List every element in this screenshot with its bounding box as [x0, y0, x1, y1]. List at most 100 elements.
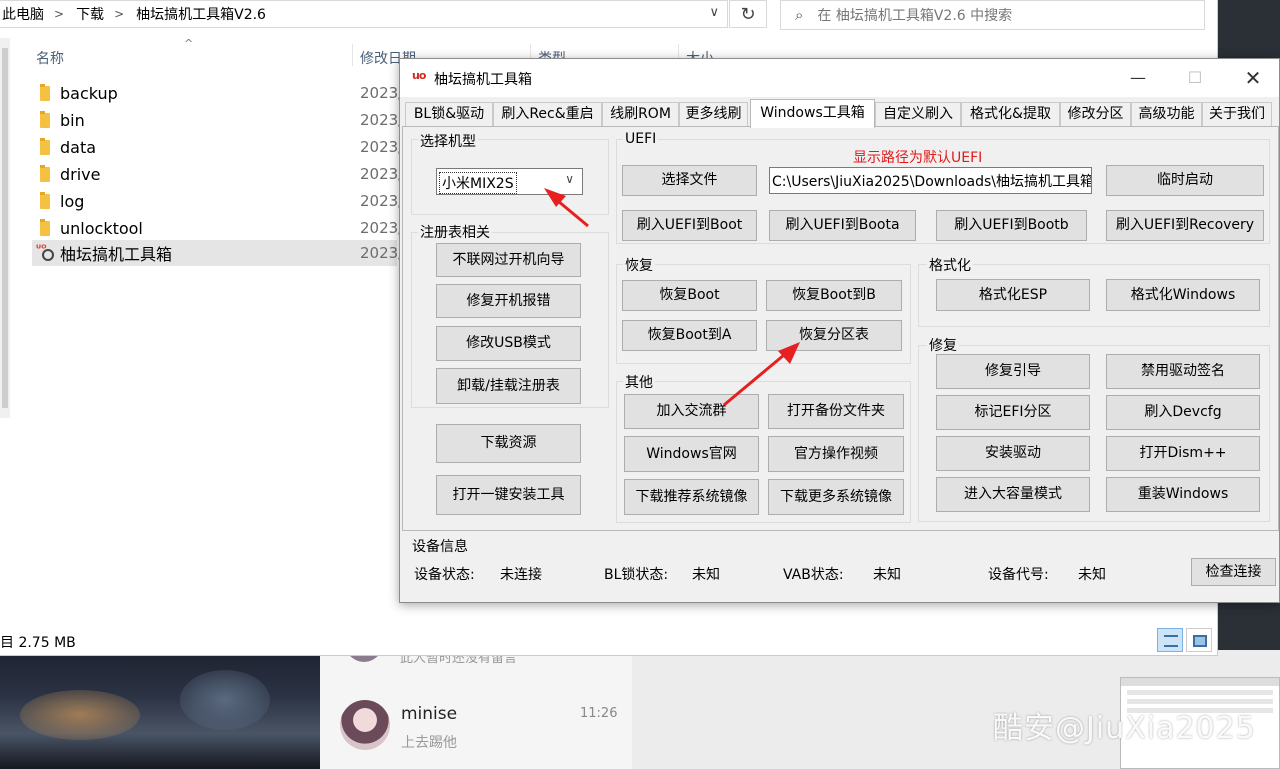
tab-advanced[interactable]: 高级功能 — [1131, 102, 1202, 127]
file-row-unlocktool[interactable]: unlocktool 2023/ — [32, 215, 403, 241]
chat-last-message: 上去踢他 — [401, 735, 457, 751]
chevron-down-icon[interactable]: ∨ — [709, 5, 719, 20]
download-resources-button[interactable]: 下载资源 — [436, 424, 581, 463]
file-name: unlocktool — [60, 218, 143, 238]
chevron-down-icon[interactable]: ∨ — [565, 172, 574, 186]
join-group-button[interactable]: 加入交流群 — [624, 394, 759, 429]
maximize-button[interactable]: ☐ — [1175, 65, 1215, 91]
disable-driver-signature-button[interactable]: 禁用驱动签名 — [1106, 354, 1260, 389]
open-dism-button[interactable]: 打开Dism++ — [1106, 436, 1260, 471]
choose-file-button[interactable]: 选择文件 — [622, 165, 757, 196]
group-title-format: 格式化 — [927, 255, 973, 275]
tab-bl-lock-driver[interactable]: BL锁&驱动 — [405, 102, 493, 127]
address-bar[interactable]: 此电脑 > 下载 > 柚坛搞机工具箱V2.6 ∨ — [0, 0, 728, 28]
close-button[interactable]: ✕ — [1233, 65, 1273, 91]
large-icons-view-button[interactable] — [1186, 628, 1212, 652]
scrollbar[interactable] — [0, 38, 10, 418]
device-codename-label: 设备代号: — [988, 567, 1049, 583]
tab-windows-toolbox[interactable]: Windows工具箱 — [750, 99, 875, 128]
folder-icon — [40, 218, 50, 236]
details-view-button[interactable] — [1157, 628, 1183, 652]
repair-bootloader-button[interactable]: 修复引导 — [936, 354, 1090, 389]
breadcrumb-this-pc[interactable]: 此电脑 — [2, 4, 44, 24]
official-video-button[interactable]: 官方操作视频 — [768, 436, 904, 472]
scrollbar-thumb[interactable] — [2, 48, 8, 408]
file-name: data — [60, 137, 97, 157]
tab-flash-rom[interactable]: 线刷ROM — [602, 102, 679, 127]
tab-about-us[interactable]: 关于我们 — [1202, 102, 1272, 127]
group-title-uefi: UEFI — [623, 131, 659, 147]
group-title-restore: 恢复 — [623, 255, 655, 275]
flash-devcfg-button[interactable]: 刷入Devcfg — [1106, 395, 1260, 430]
restore-boot-b-button[interactable]: 恢复Boot到B — [766, 280, 902, 311]
breadcrumb-downloads[interactable]: 下载 — [76, 4, 104, 24]
model-select[interactable]: 小米MIX2S ∨ — [436, 168, 583, 195]
chat-list-item[interactable]: minise 11:26 上去踢他 — [340, 700, 620, 754]
open-installer-button[interactable]: 打开一键安装工具 — [436, 475, 581, 515]
restore-partition-table-button[interactable]: 恢复分区表 — [766, 320, 902, 351]
download-more-images-button[interactable]: 下载更多系统镜像 — [768, 479, 904, 515]
app-icon — [36, 244, 54, 262]
restore-boot-button[interactable]: 恢复Boot — [622, 280, 757, 311]
windows-website-button[interactable]: Windows官网 — [624, 436, 759, 472]
tab-bar: BL锁&驱动 刷入Rec&重启 线刷ROM 更多线刷 Windows工具箱 自定… — [402, 99, 1279, 128]
uefi-path-field[interactable]: C:\Users\JiuXia2025\Downloads\柚坛搞机工具箱V2.… — [769, 167, 1092, 194]
flash-uefi-boota-button[interactable]: 刷入UEFI到Boota — [769, 210, 916, 241]
refresh-icon: ↻ — [740, 3, 756, 25]
restore-boot-a-button[interactable]: 恢复Boot到A — [622, 320, 757, 351]
minimize-button[interactable]: — — [1118, 65, 1158, 91]
file-row-toolbox-exe[interactable]: 柚坛搞机工具箱 2023/ — [32, 240, 403, 266]
file-row-log[interactable]: log 2023/ — [32, 188, 403, 214]
reinstall-windows-button[interactable]: 重装Windows — [1106, 477, 1260, 512]
title-bar[interactable]: uo 柚坛搞机工具箱 — ☐ ✕ — [400, 59, 1279, 97]
format-esp-button[interactable]: 格式化ESP — [936, 279, 1090, 311]
tab-flash-rec-reboot[interactable]: 刷入Rec&重启 — [493, 102, 602, 127]
tab-format-extract[interactable]: 格式化&提取 — [961, 102, 1060, 127]
chevron-right-icon[interactable]: > — [114, 7, 124, 21]
tab-custom-flash[interactable]: 自定义刷入 — [875, 102, 961, 127]
file-name: log — [60, 191, 85, 211]
avatar — [340, 700, 390, 750]
tab-modify-partition[interactable]: 修改分区 — [1060, 102, 1131, 127]
file-row-data[interactable]: data 2023/ — [32, 134, 403, 160]
mass-storage-mode-button[interactable]: 进入大容量模式 — [936, 477, 1090, 512]
open-backup-folder-button[interactable]: 打开备份文件夹 — [768, 394, 904, 429]
background-wallpaper — [0, 650, 320, 769]
install-driver-button[interactable]: 安装驱动 — [936, 436, 1090, 471]
skip-oobe-offline-button[interactable]: 不联网过开机向导 — [436, 243, 581, 277]
chevron-right-icon[interactable]: > — [54, 7, 64, 21]
model-select-value: 小米MIX2S — [439, 172, 517, 194]
mark-efi-partition-button[interactable]: 标记EFI分区 — [936, 395, 1090, 430]
folder-icon — [40, 164, 50, 182]
fix-boot-error-button[interactable]: 修复开机报错 — [436, 284, 581, 318]
temp-boot-button[interactable]: 临时启动 — [1106, 165, 1264, 196]
refresh-button[interactable]: ↻ — [729, 0, 767, 28]
unload-load-registry-button[interactable]: 卸载/挂载注册表 — [436, 368, 581, 404]
check-connection-button[interactable]: 检查连接 — [1191, 558, 1276, 586]
download-recommended-image-button[interactable]: 下载推荐系统镜像 — [624, 479, 759, 515]
column-header-name[interactable]: 名称 — [36, 48, 64, 68]
file-row-backup[interactable]: backup 2023/ — [32, 80, 403, 106]
wallpaper-glow — [20, 690, 140, 740]
file-date: 2023/ — [360, 111, 404, 129]
breadcrumb-current-folder[interactable]: 柚坛搞机工具箱V2.6 — [136, 4, 266, 24]
format-windows-button[interactable]: 格式化Windows — [1106, 279, 1260, 311]
file-row-drive[interactable]: drive 2023/ — [32, 161, 403, 187]
close-icon: ✕ — [1244, 66, 1262, 90]
file-name: bin — [60, 110, 85, 130]
file-date: 2023/ — [360, 219, 404, 237]
search-input[interactable]: ⌕ 在 柚坛搞机工具箱V2.6 中搜索 — [780, 0, 1205, 30]
file-row-bin[interactable]: bin 2023/ — [32, 107, 403, 133]
flash-uefi-boot-button[interactable]: 刷入UEFI到Boot — [622, 210, 757, 241]
bl-lock-status-label: BL锁状态: — [604, 567, 669, 583]
bl-lock-status-value: 未知 — [692, 567, 720, 583]
flash-uefi-recovery-button[interactable]: 刷入UEFI到Recovery — [1106, 210, 1264, 241]
tab-more-flash[interactable]: 更多线刷 — [679, 102, 748, 127]
status-bar: 目 2.75 MB — [0, 628, 1218, 654]
file-name: backup — [60, 83, 118, 103]
group-title-repair: 修复 — [927, 335, 959, 355]
modify-usb-mode-button[interactable]: 修改USB模式 — [436, 326, 581, 361]
folder-icon — [40, 83, 50, 101]
flash-uefi-bootb-button[interactable]: 刷入UEFI到Bootb — [936, 210, 1087, 241]
chat-time: 11:26 — [580, 706, 618, 721]
